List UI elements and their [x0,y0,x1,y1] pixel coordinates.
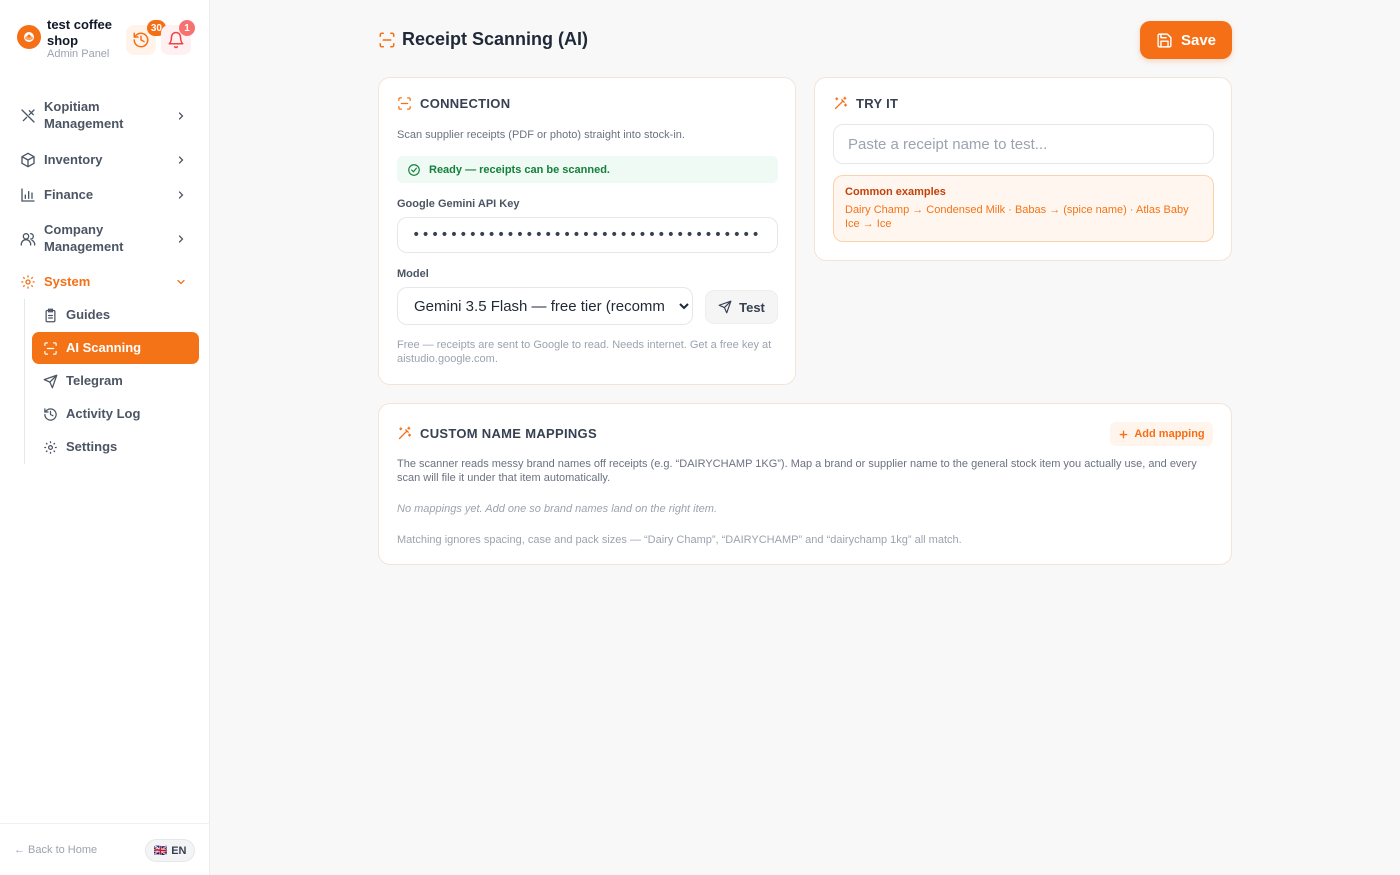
gear-icon [42,439,58,455]
status-text: Ready — receipts can be scanned. [429,163,610,176]
sidebar-item-ai-scanning[interactable]: AI Scanning [32,332,199,364]
api-key-field[interactable] [397,217,778,253]
sidebar-item-settings[interactable]: Settings [32,431,199,463]
sidebar-item-telegram[interactable]: Telegram [32,365,199,397]
users-icon [20,231,36,247]
utensils-icon [20,108,36,124]
test-button[interactable]: Test [705,290,778,324]
nav-label: Company Management [44,222,124,254]
history-icon [42,406,58,422]
nav-item-finance[interactable]: Finance [12,185,198,205]
nav-label: System [44,274,91,289]
test-label: Test [739,299,765,315]
receipt-name-input[interactable] [833,124,1214,164]
notifications-button[interactable]: 1 [161,20,195,55]
magic-wand-icon [398,426,412,440]
submenu-divider [24,299,25,464]
shop-name: test coffee shop [47,17,113,48]
mappings-card: CUSTOM NAME MAPPINGS Add mapping The sca… [378,403,1232,565]
save-button[interactable]: Save [1140,21,1232,59]
try-it-header: TRY IT [833,96,898,111]
connection-header: CONNECTION [397,96,510,111]
chevron-right-icon [174,188,188,202]
connection-description: Scan supplier receipts (PDF or photo) st… [397,129,685,141]
try-it-title: TRY IT [856,96,899,111]
chevron-right-icon [174,153,188,167]
connection-card: CONNECTION Scan supplier receipts (PDF o… [378,77,796,385]
sub-label: Telegram [66,373,123,388]
examples-text: Dairy Champ → Condensed Milk · Babas → (… [845,204,1189,230]
sub-label: Activity Log [66,406,141,421]
scan-icon [379,32,395,48]
send-icon [42,373,58,389]
box-icon [20,152,36,168]
save-icon [1157,32,1172,48]
history-icon [133,32,149,48]
page-title: Receipt Scanning (AI) [402,29,589,49]
panel-subtitle: Admin Panel [47,48,110,60]
magic-wand-icon [834,96,848,110]
coffee-logo-icon [17,25,41,49]
nav-item-kopitiam-management[interactable]: Kopitiam Management [12,98,198,134]
nav-label: Finance [44,187,94,202]
nav-item-inventory[interactable]: Inventory [12,150,198,170]
sidebar: test coffee shop Admin Panel 30 1 Kopiti… [0,0,210,875]
gear-icon [20,274,36,290]
connection-hint: Free — receipts are sent to Google to re… [397,339,772,365]
mappings-title: CUSTOM NAME MAPPINGS [420,426,597,441]
plus-icon [1119,430,1128,438]
nav-item-company-management[interactable]: Company Management [12,221,198,257]
brand: test coffee shop Admin Panel 30 1 [16,16,196,64]
check-circle-icon [408,163,420,176]
try-it-card: TRY IT Common examples Dairy Champ → Con… [814,77,1232,261]
send-icon [718,300,732,314]
nav-item-system[interactable]: System [12,272,198,292]
mappings-note: Matching ignores spacing, case and pack … [397,534,962,546]
examples-box: Common examples Dairy Champ → Condensed … [833,175,1214,242]
chevron-right-icon [174,232,188,246]
connection-title: CONNECTION [420,96,511,111]
nav-label: Inventory [44,152,103,167]
language-switcher[interactable]: 🇬🇧 EN [145,839,195,862]
sidebar-item-activity-log[interactable]: Activity Log [32,398,199,430]
examples-title: Common examples [845,186,946,198]
add-mapping-label: Add mapping [1134,428,1205,440]
add-mapping-button[interactable]: Add mapping [1110,422,1213,446]
mappings-header: CUSTOM NAME MAPPINGS [397,426,597,441]
history-button[interactable]: 30 [126,20,166,55]
save-label: Save [1180,31,1217,49]
page-header: Receipt Scanning (AI) Save [378,20,1232,60]
clipboard-icon [42,307,58,323]
nav-label: Kopitiam Management [44,99,124,131]
sidebar-item-guides[interactable]: Guides [32,299,199,331]
model-label: Model [397,268,429,280]
api-key-label: Google Gemini API Key [397,198,520,210]
mappings-description: The scanner reads messy brand names off … [397,458,1197,484]
sub-label: AI Scanning [66,340,142,355]
sub-label: Guides [66,307,111,322]
language-label: EN [171,844,187,857]
chevron-right-icon [174,109,188,123]
back-to-home-link[interactable]: ← Back to Home [14,844,97,856]
bar-chart-icon [20,187,36,203]
chevron-down-icon [174,275,188,289]
scan-icon [42,340,58,356]
status-banner: Ready — receipts can be scanned. [397,156,778,183]
sub-label: Settings [66,439,118,454]
sidebar-footer: ← Back to Home 🇬🇧 EN [0,823,210,875]
notifications-badge: 1 [179,20,195,36]
mappings-empty-state: No mappings yet. Add one so brand names … [397,503,718,515]
scan-icon [398,97,411,110]
model-select[interactable]: Gemini 3.5 Flash — free tier (recommende… [397,287,693,325]
flag-icon: 🇬🇧 [153,845,168,857]
